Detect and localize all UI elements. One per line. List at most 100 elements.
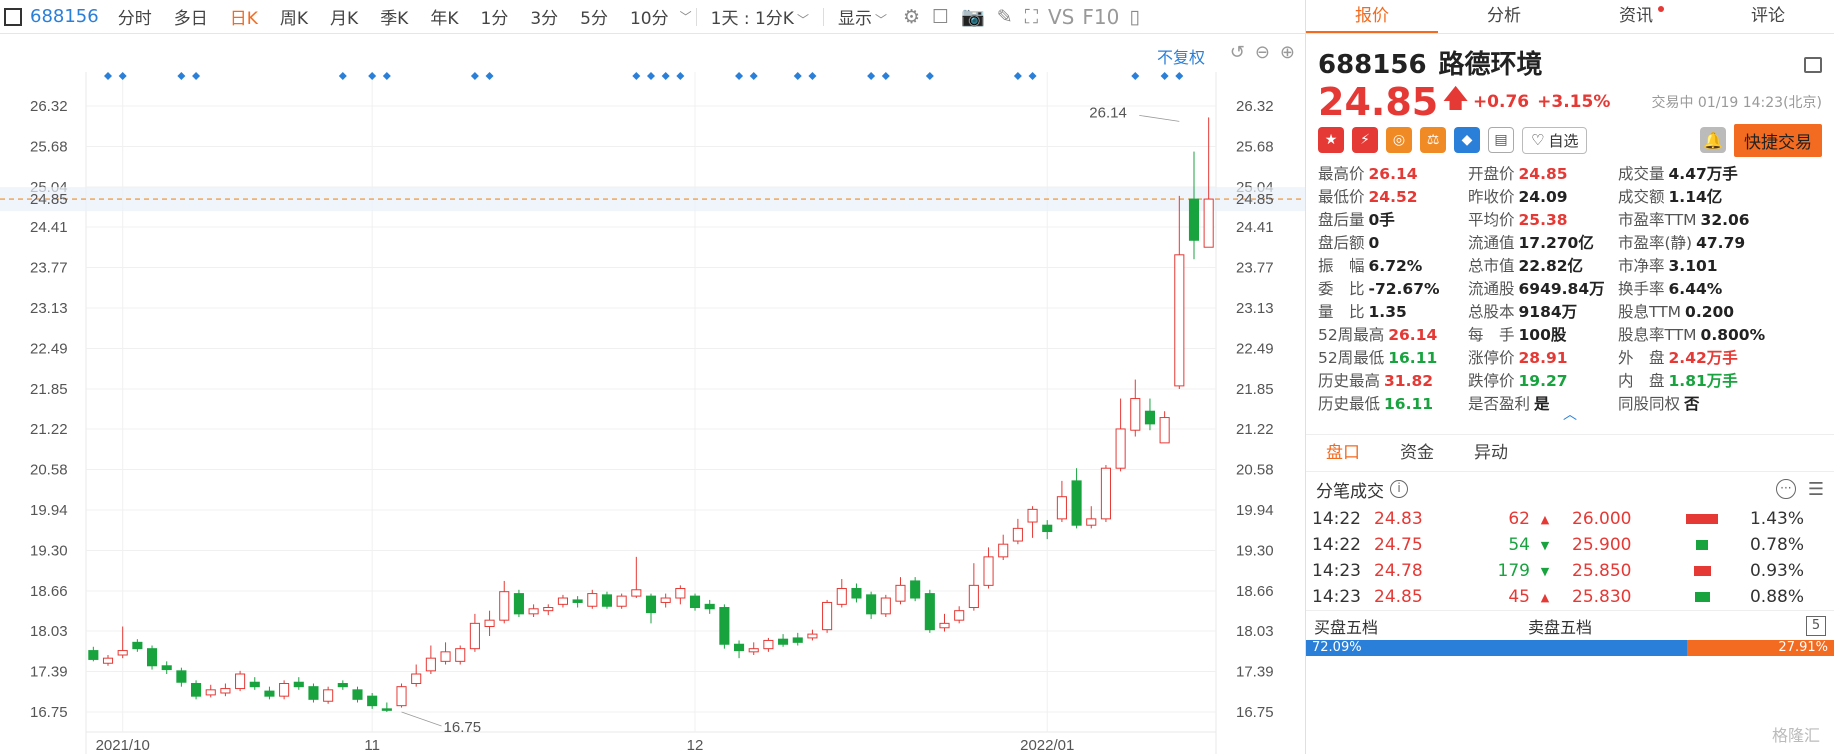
- bookmark-icon[interactable]: ▤: [1488, 127, 1514, 153]
- candle-body: [924, 593, 935, 631]
- y-tick-label-left: 19.30: [30, 543, 68, 560]
- candle-body: [895, 584, 906, 602]
- period-weekly[interactable]: 周K: [269, 4, 319, 29]
- stat-item: 最高价 26.14: [1318, 162, 1468, 183]
- chevron-down-icon[interactable]: ﹀: [680, 8, 692, 25]
- subtab-orderbook[interactable]: 盘口: [1306, 435, 1380, 471]
- stat-label: 最高价: [1318, 165, 1365, 183]
- stat-value: 6949.84万: [1518, 280, 1605, 298]
- stat-label: 是否盈利: [1468, 395, 1531, 413]
- bell-icon[interactable]: 🔔: [1700, 127, 1726, 153]
- period-5min[interactable]: 5分: [569, 4, 619, 29]
- settings-gear-icon[interactable]: ⚙: [903, 6, 920, 28]
- period-multiday[interactable]: 多日: [163, 4, 219, 29]
- add-favorite-button[interactable]: ♡ 自选: [1522, 126, 1588, 154]
- stat-label: 昨收价: [1468, 188, 1515, 206]
- fullscreen-icon[interactable]: ⛶: [1025, 6, 1038, 28]
- quick-trade-button[interactable]: 快捷交易: [1734, 123, 1822, 157]
- level-price: 26.000: [1572, 509, 1632, 529]
- current-price-label-right: 24.85: [1236, 191, 1274, 208]
- stat-label: 委 比: [1318, 280, 1365, 298]
- candle-body: [513, 593, 524, 615]
- interval-dropdown[interactable]: 1天 : 1分K ﹀: [701, 4, 819, 29]
- kline-chart[interactable]: 26.3226.3225.6825.6825.0425.0424.4124.41…: [0, 34, 1305, 754]
- candle-body: [822, 601, 833, 631]
- coins-icon[interactable]: ◎: [1386, 127, 1412, 153]
- candle-body: [235, 673, 246, 690]
- period-yearly[interactable]: 年K: [419, 4, 469, 29]
- stat-label: 换手率: [1618, 280, 1665, 298]
- candle-body: [616, 595, 627, 607]
- checkbox-icon[interactable]: ☐: [932, 6, 949, 28]
- stat-value: 1.14亿: [1668, 188, 1723, 206]
- sell-five-label: 卖盘五档: [1528, 617, 1593, 637]
- panel-toggle-icon[interactable]: ▯: [1129, 6, 1139, 28]
- period-1min[interactable]: 1分: [470, 4, 520, 29]
- kline-chart-area[interactable]: 26.3226.3225.6825.6825.0425.0424.4124.41…: [0, 34, 1305, 754]
- tick-time: 14:22: [1312, 535, 1361, 555]
- y-tick-label-right: 23.77: [1236, 259, 1274, 276]
- stat-value: 1.35: [1368, 303, 1407, 321]
- flash-icon[interactable]: ⚡: [1352, 127, 1378, 153]
- event-marker: [925, 72, 934, 80]
- candle-body: [220, 688, 231, 694]
- period-10min[interactable]: 10分: [619, 4, 680, 29]
- camera-icon[interactable]: 📷: [961, 5, 985, 28]
- event-marker: [749, 72, 758, 80]
- tab-analysis[interactable]: 分析: [1438, 0, 1570, 33]
- event-marker: [338, 72, 347, 80]
- stat-item: 最低价 24.52: [1318, 185, 1468, 206]
- period-daily[interactable]: 日K: [219, 4, 269, 29]
- price-line: 24.85 🡅 +0.76 +3.15% 交易中 01/19 14:23(北京): [1306, 80, 1834, 124]
- more-icon[interactable]: ···: [1775, 479, 1796, 499]
- stat-item: 平均价 25.38: [1468, 208, 1618, 229]
- candle-body: [601, 594, 613, 607]
- tab-news[interactable]: 资讯: [1570, 0, 1702, 33]
- sub-tabs: 盘口 资金 异动: [1306, 434, 1834, 472]
- menu-icon[interactable]: [1804, 57, 1822, 73]
- candle-body: [425, 657, 436, 672]
- pencil-icon[interactable]: ✎: [997, 6, 1013, 28]
- level-pct: 0.93%: [1749, 561, 1804, 581]
- divider: [695, 7, 697, 26]
- reset-icon[interactable]: ↺: [1230, 42, 1245, 63]
- candle-body: [543, 607, 554, 612]
- ticks-title: 分笔成交: [1316, 481, 1384, 502]
- zoom-in-icon[interactable]: ⊕: [1280, 42, 1295, 63]
- period-intraday[interactable]: 分时: [107, 4, 163, 29]
- subtab-funds[interactable]: 资金: [1380, 435, 1454, 471]
- event-marker: [118, 72, 127, 80]
- five-level-icon[interactable]: 5: [1806, 615, 1826, 636]
- stat-item: 成交量 4.47万手: [1618, 162, 1788, 183]
- info-icon[interactable]: i: [1390, 480, 1408, 498]
- china-flag-icon[interactable]: ★: [1318, 127, 1344, 153]
- stat-item: 每 手 100股: [1468, 323, 1618, 344]
- f10-button[interactable]: F10: [1082, 5, 1119, 29]
- subtab-movement[interactable]: 异动: [1454, 435, 1528, 471]
- candle-body: [499, 591, 510, 621]
- tag-icon[interactable]: ◆: [1454, 127, 1480, 153]
- balance-icon[interactable]: ⚖: [1420, 127, 1446, 153]
- compare-vs-button[interactable]: VS: [1048, 5, 1074, 29]
- period-monthly[interactable]: 月K: [319, 4, 369, 29]
- y-tick-label-left: 21.22: [30, 421, 68, 438]
- display-dropdown[interactable]: 显示 ﹀: [828, 4, 897, 29]
- candle-body: [631, 589, 642, 597]
- candle-body: [1203, 198, 1214, 248]
- period-3min[interactable]: 3分: [519, 4, 569, 29]
- stat-value: 25.38: [1518, 211, 1568, 229]
- list-icon[interactable]: ☰: [1808, 479, 1824, 500]
- tab-quote[interactable]: 报价: [1306, 0, 1438, 33]
- zoom-out-icon[interactable]: ⊖: [1255, 42, 1270, 63]
- event-marker: [647, 72, 655, 80]
- price-change-pct: +3.15%: [1537, 92, 1611, 112]
- stat-item: 52周最高 26.14: [1318, 323, 1468, 344]
- tab-comments[interactable]: 评论: [1702, 0, 1834, 33]
- candle-body: [528, 608, 539, 615]
- sidebar-toggle-icon[interactable]: [4, 7, 22, 26]
- adjust-dropdown[interactable]: 不复权: [1157, 44, 1205, 68]
- period-quarterly[interactable]: 季K: [369, 4, 419, 29]
- tick-volume: 45: [1508, 587, 1530, 607]
- candle-body: [455, 648, 466, 662]
- candle-body: [939, 622, 950, 629]
